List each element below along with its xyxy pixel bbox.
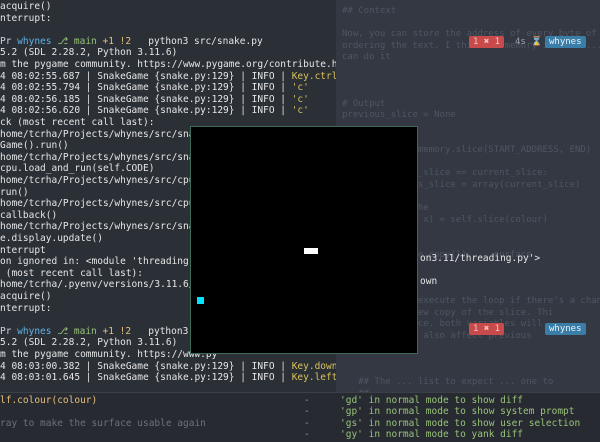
snake-head (197, 297, 204, 304)
terminal-line: home/tcrha/Projects/whynes/src/cpu.py" (0, 175, 217, 187)
hint-line: 'gp' in normal mode to show system promp… (340, 406, 575, 417)
separator: - (304, 406, 310, 417)
terminal-text: ck (most recent call last): (0, 117, 155, 128)
terminal-text: e.display.update() (0, 233, 103, 244)
terminal-text: home/tcrha/Projects/whynes/src/cpu.py" (0, 198, 218, 210)
prompt-command: python3 src/snake.py (131, 35, 263, 47)
prompt-user: whynes (11, 325, 52, 337)
prompt-path: Pr (0, 325, 12, 337)
editor-line: previous_slice = None (342, 110, 456, 121)
terminal-text: 4 08:03:01.645 | SnakeGame {snake.py:129… (0, 372, 292, 384)
terminal-line: home/tcrha/Projects/whynes/src/snake.p (0, 152, 217, 164)
terminal-line: nterrupt: (0, 13, 51, 25)
hint-line: 'gy' in normal mode to yank diff (340, 429, 524, 440)
terminal-line: m the pygame community. https://www.pyga… (0, 59, 336, 71)
terminal-text: callback() (0, 209, 58, 221)
terminal-text: 4 08:02:55.687 | SnakeGame {snake.py:129… (0, 70, 292, 82)
terminal-text: 4 08:02:56.185 | SnakeGame {snake.py:129… (0, 93, 292, 105)
terminal-line: acquire() (0, 1, 51, 13)
terminal-line: nterrupt: (0, 303, 51, 315)
terminal-line: 4 08:02:55.687 | SnakeGame {snake.py:129… (0, 71, 336, 83)
log-key: 'c' (291, 93, 309, 105)
terminal-overflow-text: on3.11/threading.py'> (420, 253, 541, 264)
terminal-text: home/tcrha/Projects/whynes/src/snake.p (0, 128, 218, 140)
terminal-line: on ignored in: <module 'threading' fro (0, 256, 217, 268)
terminal-text: Game().run() (0, 140, 69, 152)
terminal-line: run() (0, 187, 29, 199)
shell-prompt: Pr whynes ⎇ main +1 !2 python3 src/snake… (0, 36, 263, 48)
terminal-line: callback() (0, 210, 57, 222)
terminal-text: 5.2 (SDL 2.28.2, Python 3.11.6) (0, 337, 178, 349)
terminal-line: 5.2 (SDL 2.28.2, Python 3.11.6) (0, 337, 177, 349)
editor-line: ## Context (342, 6, 397, 16)
terminal-text: acquire() (0, 291, 52, 302)
error-badge: 1 ✖ 1 (469, 36, 505, 48)
prompt-path: Pr (0, 35, 12, 47)
branch-icon: ⎇ (51, 35, 74, 47)
separator: - (304, 429, 310, 440)
terminal-text: home/tcrha/Projects/whynes/src/snake.p (0, 151, 218, 163)
user-badge: whynes (545, 323, 586, 335)
branch-icon: ⎇ (51, 325, 74, 337)
prompt-branch: main (73, 35, 97, 47)
code-comment: ray to make the surface usable again (0, 418, 206, 429)
terminal-line: home/tcrha/Projects/whynes/src/cpu.py" (0, 198, 217, 210)
terminal-line: 5.2 (SDL 2.28.2, Python 3.11.6) (0, 47, 177, 59)
terminal-line: e.display.update() (0, 233, 103, 245)
terminal-text: home/tcrha/Projects/whynes/src/snake.p (0, 221, 218, 233)
terminal-line: 4 08:03:00.382 | SnakeGame {snake.py:129… (0, 361, 336, 373)
food-pellet (304, 248, 318, 254)
terminal-line: home/tcrha/.pyenv/versions/3.11.6/lib/ (0, 279, 217, 291)
terminal-text: m the pygame community. https://www.py (0, 349, 218, 360)
prompt-status: +1 !2 (96, 35, 132, 47)
prompt-user: whynes (11, 35, 52, 47)
terminal-line: home/tcrha/Projects/whynes/src/snake.p (0, 129, 217, 141)
terminal-text: nterrupt: (0, 12, 52, 24)
terminal-line: acquire() (0, 291, 51, 303)
terminal-text: 4 08:02:56.620 | SnakeGame {snake.py:129… (0, 105, 292, 117)
terminal-overflow-text: own (420, 276, 438, 287)
terminal-text: 4 08:02:55.794 | SnakeGame {snake.py:129… (0, 82, 292, 94)
terminal-line: ck (most recent call last): (0, 117, 154, 129)
editor-line: # Output (342, 98, 386, 109)
terminal-line: cpu.load_and_run(self.CODE) (0, 163, 154, 175)
terminal-text: on ignored in: <module 'threading' fro (0, 256, 218, 268)
terminal-line: 4 08:02:55.794 | SnakeGame {snake.py:129… (0, 82, 309, 94)
terminal-line: 4 08:02:56.185 | SnakeGame {snake.py:129… (0, 94, 309, 106)
terminal-line: 4 08:02:56.620 | SnakeGame {snake.py:129… (0, 105, 309, 117)
log-key: Key.down (291, 360, 336, 372)
terminal-text: (most recent call last): (0, 267, 143, 279)
log-key: 'c' (291, 82, 309, 94)
terminal-text: run() (0, 186, 29, 198)
terminal-text: 4 08:03:00.382 | SnakeGame {snake.py:129… (0, 360, 292, 372)
terminal-line: m the pygame community. https://www.py (0, 349, 217, 361)
terminal-line: home/tcrha/Projects/whynes/src/snake.p (0, 221, 217, 233)
terminal-line: Game().run() (0, 140, 69, 152)
terminal-line: 4 08:03:01.645 | SnakeGame {snake.py:129… (0, 372, 336, 384)
code-snippet: lf.colour(colour) (0, 395, 98, 406)
terminal-line: (most recent call last): (0, 268, 143, 280)
terminal-text: acquire() (0, 1, 52, 12)
log-key: Key.ctrl (291, 70, 336, 82)
terminal-text: 5.2 (SDL 2.28.2, Python 3.11.6) (0, 47, 178, 59)
log-key: Key.left (291, 372, 336, 384)
terminal-text: home/tcrha/Projects/whynes/src/cpu.py" (0, 175, 218, 186)
terminal-text: cpu.load_and_run(self.CODE) (0, 163, 155, 175)
terminal-text: home/tcrha/.pyenv/versions/3.11.6/lib/ (0, 279, 218, 291)
duration-badge: 4s ⌛ (515, 37, 543, 47)
terminal-line: nterrupt (0, 245, 46, 257)
log-key: 'c' (291, 105, 309, 117)
editor-line: ## The ... list to expect ... one to (342, 377, 554, 388)
terminal-text: nterrupt (0, 244, 46, 256)
bottom-panel: lf.colour(colour) ray to make the surfac… (0, 392, 600, 442)
prompt-branch: main (73, 325, 97, 337)
terminal-text: m the pygame community. https://www.pyga… (0, 59, 336, 70)
prompt-status: +1 !2 (96, 325, 132, 337)
user-badge: whynes (545, 36, 586, 48)
editor-line: can do it (342, 52, 391, 63)
terminal-text: nterrupt: (0, 302, 52, 314)
snake-game-window[interactable] (190, 126, 418, 354)
error-badge: 1 ✖ 1 (469, 323, 505, 335)
